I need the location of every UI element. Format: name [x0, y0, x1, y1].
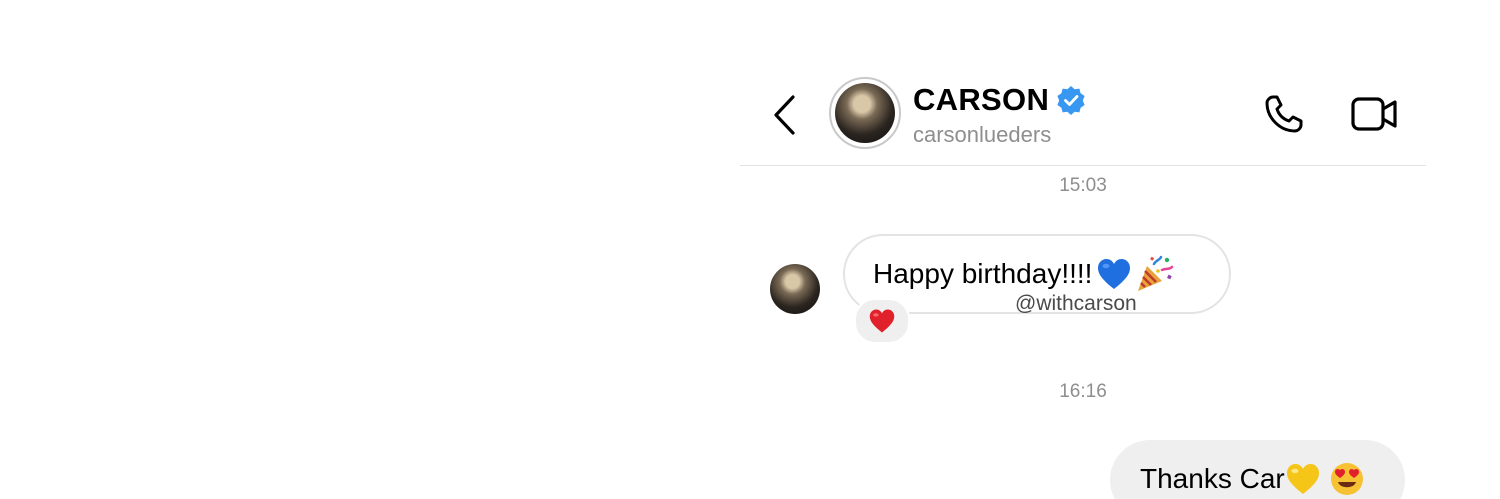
contact-title[interactable]: CARSON — [913, 81, 1086, 119]
party-popper-icon — [1138, 255, 1174, 291]
chevron-left-icon — [774, 95, 795, 135]
verified-badge-icon — [1057, 86, 1085, 115]
message-timestamp: 16:16 — [1059, 381, 1107, 402]
video-camera-icon — [1351, 97, 1397, 131]
contact-handle: carsonlueders — [913, 122, 1052, 147]
phone-icon — [1265, 95, 1303, 133]
audio-call-button[interactable] — [1260, 92, 1308, 136]
blue-heart-icon — [1098, 259, 1131, 289]
watermark-text: @withcarson — [1015, 292, 1137, 315]
contact-name: CARSON — [913, 82, 1050, 117]
sender-avatar[interactable] — [770, 264, 820, 314]
video-call-button[interactable] — [1348, 92, 1400, 136]
message-text: Thanks Car — [1140, 463, 1285, 494]
message-timestamp: 15:03 — [1059, 175, 1107, 196]
contact-avatar[interactable] — [829, 77, 901, 149]
red-heart-icon — [869, 309, 895, 333]
header-divider — [740, 165, 1426, 166]
back-button[interactable] — [768, 93, 800, 137]
yellow-heart-icon — [1286, 464, 1319, 494]
dm-thread: CARSON carsonlueders 15:03 Happy birthda… — [0, 0, 1500, 499]
message-text: Happy birthday!!!! — [873, 258, 1093, 289]
heart-eyes-icon — [1330, 463, 1363, 495]
avatar-image — [835, 83, 895, 143]
message-reaction[interactable] — [854, 298, 910, 344]
outgoing-message-bubble[interactable]: Thanks Car — [1110, 440, 1405, 499]
